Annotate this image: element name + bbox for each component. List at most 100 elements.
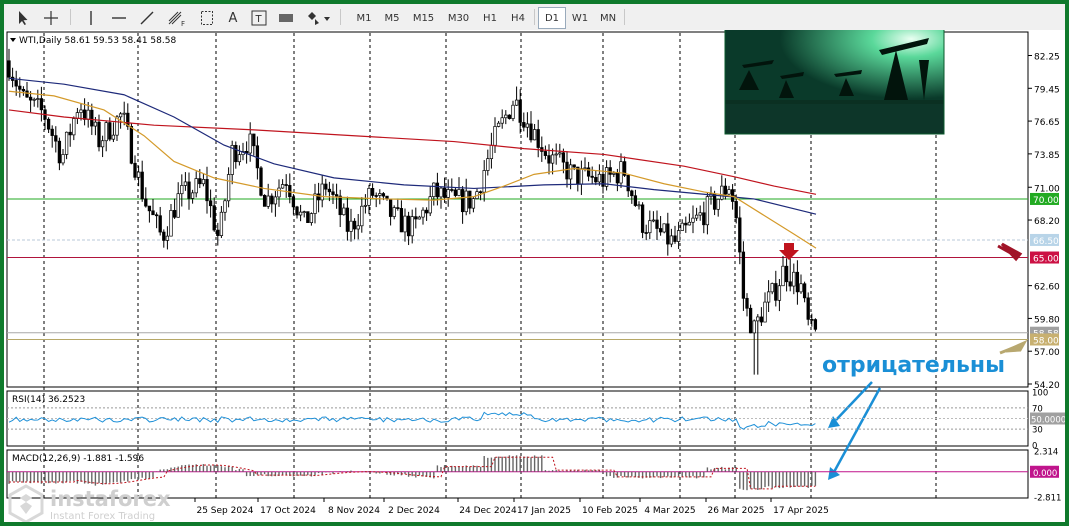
price-tick-label: 82.25 (1034, 53, 1060, 63)
candle-body (162, 231, 166, 241)
price-chart[interactable]: 82.25 79.45 76.65 73.85 71.00 68.20 62.60 59.80… (4, 3, 1066, 522)
candle-body (738, 217, 742, 253)
candle-body (187, 181, 191, 199)
timeframe-m1[interactable]: M1 (350, 7, 378, 29)
candle-body (118, 113, 123, 118)
timeframe-m15[interactable]: M15 (406, 7, 441, 29)
vertical-line-icon[interactable] (80, 7, 102, 29)
candle-body (500, 117, 504, 124)
candle-body (810, 319, 814, 321)
candle-body (320, 183, 324, 201)
timeframe-mn[interactable]: MN (594, 7, 622, 29)
cursor-icon[interactable] (12, 7, 34, 29)
candle-body (464, 190, 468, 213)
candle-body (511, 104, 515, 119)
candle-body (417, 216, 422, 220)
candle-body (190, 192, 195, 199)
candle-body (46, 118, 51, 130)
rsi-tick-label: 100 (1032, 389, 1048, 399)
timeframe-d1[interactable]: D1 (538, 7, 566, 29)
candle-body (543, 151, 548, 156)
candle-body (14, 80, 18, 87)
candle-body (266, 195, 270, 207)
rsi-tick-label: 50.0000 (1031, 416, 1065, 426)
candle-body (453, 189, 458, 196)
oil-rigs-image (724, 3, 945, 135)
candle-body (673, 235, 677, 242)
candle-body (219, 211, 224, 236)
candle-body (694, 214, 699, 219)
collapse-triangle-icon (10, 38, 16, 42)
candle-body (414, 216, 418, 220)
candle-body (572, 164, 576, 168)
candle-body (122, 112, 126, 115)
date-label: 4 Mar 2025 (644, 506, 695, 516)
candle-body (536, 129, 540, 148)
candle-body (280, 184, 285, 189)
image-ground (725, 100, 944, 134)
candle-body (514, 99, 519, 106)
candle-body (381, 193, 386, 197)
candle-body (640, 204, 645, 233)
app-window: F A T M1 M5 M15 M30 H1 H4 D1 W1 MN 82.25 79.45 76.… (0, 0, 1069, 526)
candle-body (651, 219, 656, 222)
candle-body (468, 190, 472, 209)
timeframe-m5[interactable]: M5 (378, 7, 406, 29)
candle-body (144, 198, 148, 207)
toolbar-separator (624, 9, 625, 25)
candle-body (590, 175, 594, 178)
text-label-icon[interactable]: T (248, 7, 270, 29)
candle-body (777, 285, 782, 301)
price-tick-label: 79.45 (1034, 85, 1060, 95)
candle-body (432, 182, 436, 198)
candle-body (169, 210, 173, 237)
candle-body (140, 171, 144, 200)
candle-body (50, 128, 54, 136)
rectangle-icon[interactable] (274, 7, 298, 29)
trendline-icon[interactable] (136, 7, 158, 29)
timeframe-h1[interactable]: H1 (476, 7, 504, 29)
candle-body (489, 144, 494, 159)
date-label: 17 Oct 2024 (260, 506, 316, 516)
candle-body (626, 175, 630, 192)
candle-body (28, 96, 33, 101)
fibonacci-icon[interactable]: F (164, 7, 190, 29)
timeframe-m30[interactable]: M30 (441, 7, 476, 29)
candle-body (342, 207, 346, 216)
text-box-icon[interactable] (196, 7, 218, 29)
candle-body (406, 215, 411, 237)
candle-body (97, 121, 101, 148)
candle-body (349, 220, 353, 232)
candle-body (655, 219, 659, 229)
candle-body (424, 209, 429, 214)
crosshair-icon[interactable] (40, 7, 62, 29)
candle-body (284, 184, 288, 186)
horizontal-line-icon[interactable] (108, 7, 130, 29)
price-tick-label: 59.80 (1034, 315, 1060, 325)
annotation-arrow-macd (832, 387, 882, 473)
candle-body (345, 207, 350, 232)
text-tool-icon[interactable]: A (222, 7, 244, 29)
candle-body (507, 114, 512, 119)
candle-body (784, 265, 789, 283)
candle-body (396, 207, 400, 209)
shapes-icon[interactable] (304, 7, 334, 29)
candle-body (100, 140, 105, 148)
candle-body (792, 271, 796, 287)
date-label: 10 Feb 2025 (582, 506, 638, 516)
price-tag: 58.00 (1030, 333, 1059, 346)
candle-body (550, 154, 555, 164)
candle-body (288, 185, 292, 198)
toolbar-separator (70, 9, 71, 25)
candle-body (691, 217, 695, 223)
candle-body (741, 251, 746, 299)
candle-body (291, 196, 296, 208)
watermark-tagline: Instant Forex Trading (50, 511, 155, 522)
candle-body (766, 291, 771, 303)
timeframe-w1[interactable]: W1 (566, 7, 594, 29)
candle-body (547, 155, 551, 164)
timeframe-h4[interactable]: H4 (504, 7, 532, 29)
candle-body (136, 171, 141, 178)
candle-body (486, 158, 490, 171)
toolbar: F A T M1 M5 M15 M30 H1 H4 D1 W1 MN (4, 4, 1065, 30)
